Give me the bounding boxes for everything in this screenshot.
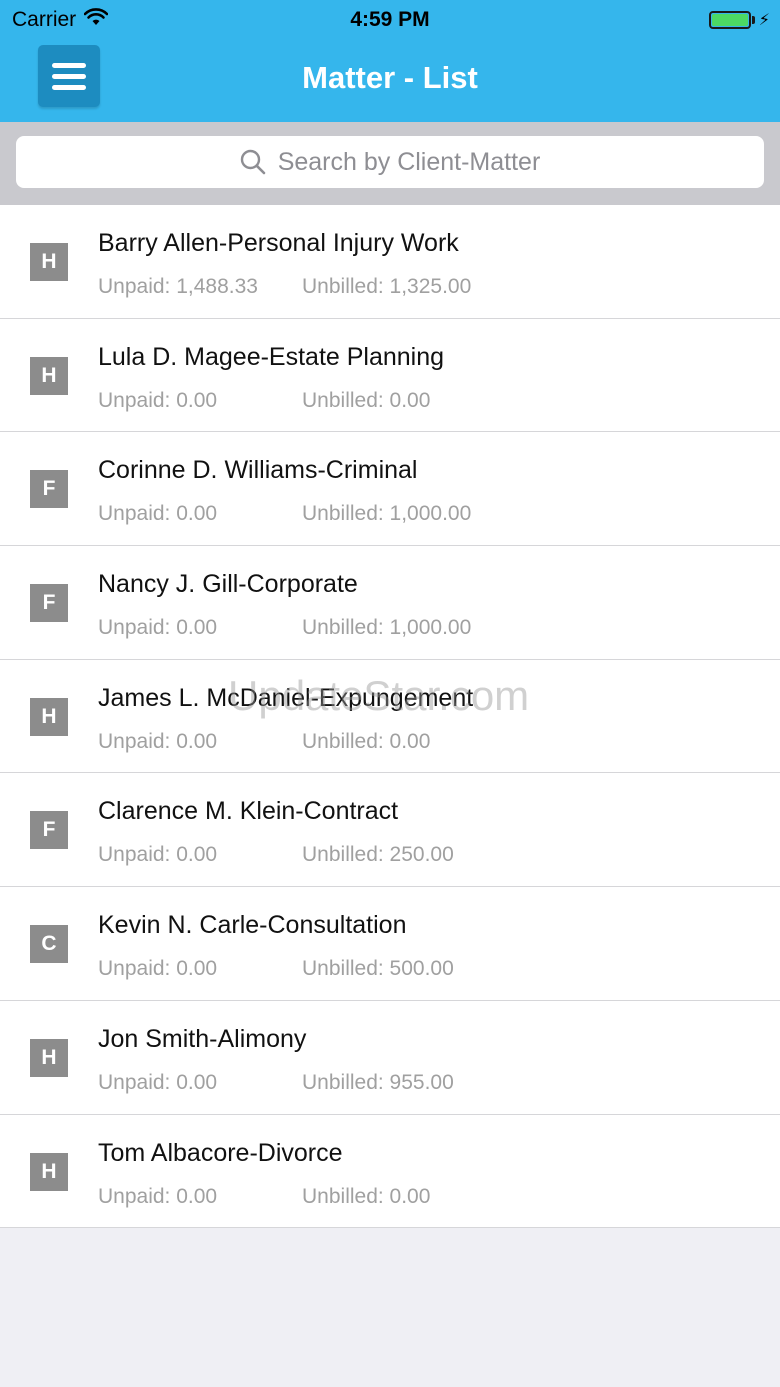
unbilled-amount: Unbilled: 1,000.00	[302, 502, 472, 526]
matter-type-badge: H	[30, 1038, 68, 1077]
unbilled-amount: Unbilled: 0.00	[302, 1184, 431, 1208]
matter-row[interactable]: H Barry Allen-Personal Injury Work Unpai…	[0, 205, 780, 319]
matter-type-badge: F	[30, 811, 68, 850]
matter-type-badge: H	[30, 697, 68, 736]
unpaid-amount: Unpaid: 1,488.33	[98, 275, 258, 298]
matter-list: H Barry Allen-Personal Injury Work Unpai…	[0, 205, 780, 1229]
matter-type-badge: H	[30, 356, 68, 395]
search-placeholder: Search by Client-Matter	[277, 147, 541, 176]
matter-type-badge: F	[30, 470, 68, 509]
unpaid-amount: Unpaid: 0.00	[98, 1070, 218, 1094]
unpaid-amount: Unpaid: 0.00	[98, 957, 218, 981]
matter-row[interactable]: C Kevin N. Carle-Consultation Unpaid: 0.…	[0, 887, 780, 1001]
nav-header: Carrier 4:59 PM ⚡ Matter - List	[0, 0, 780, 122]
battery-icon: ⚡	[708, 10, 770, 30]
matter-type-badge: C	[30, 925, 68, 964]
matter-row[interactable]: H Jon Smith-Alimony Unpaid: 0.00 Unbille…	[0, 1001, 780, 1115]
unpaid-amount: Unpaid: 0.00	[98, 502, 218, 526]
search-icon	[240, 149, 266, 175]
matter-title: Corinne D. Williams-Criminal	[98, 456, 418, 485]
unbilled-amount: Unbilled: 955.00	[302, 1070, 454, 1094]
matter-row[interactable]: F Clarence M. Klein-Contract Unpaid: 0.0…	[0, 773, 780, 888]
matter-row[interactable]: F Corinne D. Williams-Criminal Unpaid: 0…	[0, 432, 780, 547]
matter-row[interactable]: H Lula D. Magee-Estate Planning Unpaid: …	[0, 319, 780, 433]
unbilled-amount: Unbilled: 1,325.00	[302, 275, 472, 298]
matter-title: James L. McDaniel-Expungement	[98, 683, 474, 712]
unpaid-amount: Unpaid: 0.00	[98, 729, 218, 753]
matter-title: Tom Albacore-Divorce	[98, 1138, 343, 1167]
unpaid-amount: Unpaid: 0.00	[98, 388, 218, 412]
status-bar: Carrier 4:59 PM ⚡	[0, 0, 780, 40]
matter-title: Barry Allen-Personal Injury Work	[98, 229, 459, 257]
matter-title: Lula D. Magee-Estate Planning	[98, 342, 445, 371]
unbilled-amount: Unbilled: 0.00	[302, 729, 431, 753]
matter-type-badge: H	[30, 243, 68, 281]
search-bar-container: Search by Client-Matter	[0, 122, 780, 205]
search-input[interactable]: Search by Client-Matter	[16, 136, 764, 188]
matter-title: Kevin N. Carle-Consultation	[98, 911, 407, 940]
page-title: Matter - List	[302, 60, 478, 95]
matter-type-badge: F	[30, 584, 68, 623]
unbilled-amount: Unbilled: 250.00	[302, 843, 454, 867]
matter-title: Jon Smith-Alimony	[98, 1024, 307, 1053]
unpaid-amount: Unpaid: 0.00	[98, 616, 218, 640]
unbilled-amount: Unbilled: 0.00	[302, 388, 431, 412]
matter-title: Clarence M. Klein-Contract	[98, 797, 399, 826]
matter-row[interactable]: H Tom Albacore-Divorce Unpaid: 0.00 Unbi…	[0, 1115, 780, 1229]
charging-bolt-icon: ⚡	[758, 12, 770, 29]
unbilled-amount: Unbilled: 500.00	[302, 957, 454, 981]
unbilled-amount: Unbilled: 1,000.00	[302, 616, 472, 640]
matter-row[interactable]: H James L. McDaniel-Expungement Unpaid: …	[0, 660, 780, 774]
status-time: 4:59 PM	[350, 8, 430, 31]
matter-row[interactable]: F Nancy J. Gill-Corporate Unpaid: 0.00 U…	[0, 546, 780, 660]
unpaid-amount: Unpaid: 0.00	[98, 843, 218, 867]
matter-type-badge: H	[30, 1152, 68, 1191]
matter-title: Nancy J. Gill-Corporate	[98, 570, 358, 599]
unpaid-amount: Unpaid: 0.00	[98, 1184, 218, 1208]
